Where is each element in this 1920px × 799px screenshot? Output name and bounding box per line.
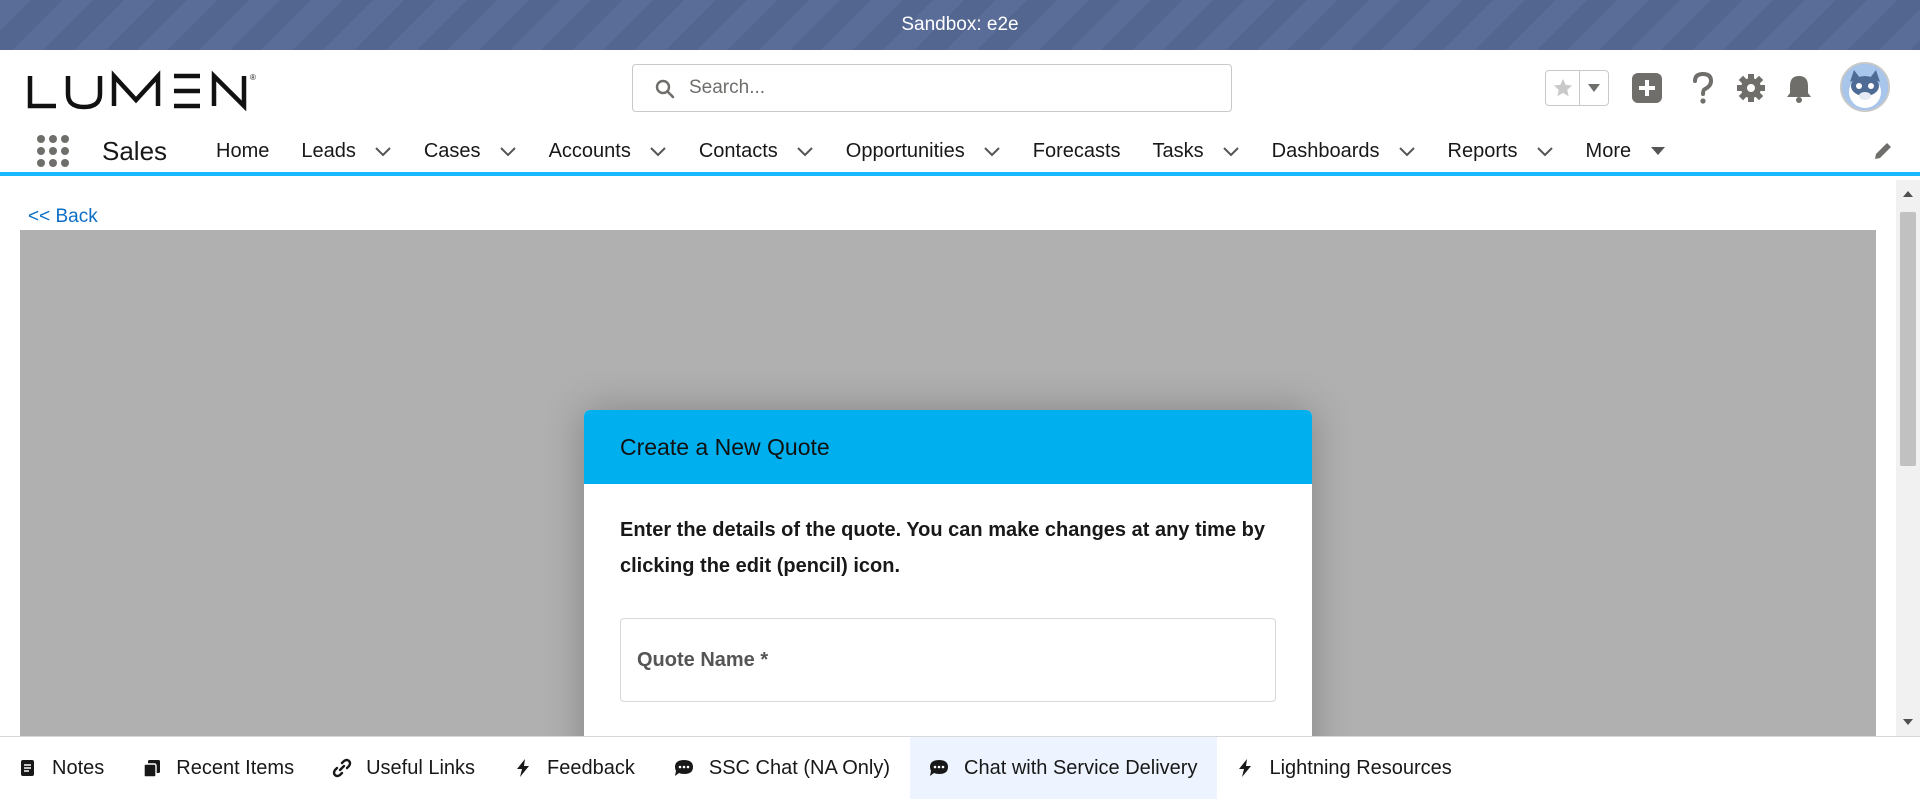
global-actions-plus-icon[interactable] <box>1630 70 1664 106</box>
nav-tab-label: Reports <box>1447 139 1518 162</box>
quote-name-field[interactable]: Quote Name * <box>620 618 1276 702</box>
chat-icon <box>674 760 693 776</box>
chevron-down-icon[interactable] <box>983 142 1001 160</box>
nav-tab-label: More <box>1585 139 1632 162</box>
vertical-scrollbar[interactable] <box>1896 180 1920 736</box>
utility-item-chat-service-delivery[interactable]: Chat with Service Delivery <box>910 737 1218 799</box>
scrollbar-thumb[interactable] <box>1900 212 1916 466</box>
utility-item-label: Notes <box>52 756 105 779</box>
utility-item-label: Feedback <box>547 756 635 779</box>
nav-tab-label: Cases <box>423 139 481 162</box>
help-icon[interactable] <box>1686 70 1720 106</box>
app-navigation: Sales Home Leads Cases Accounts Contacts… <box>0 130 1920 176</box>
chevron-down-icon[interactable] <box>1398 142 1416 160</box>
utility-item-lightning-resources[interactable]: Lightning Resources <box>1217 737 1471 799</box>
back-link[interactable]: << Back <box>28 206 98 228</box>
utility-item-label: Useful Links <box>366 756 476 779</box>
svg-text:®: ® <box>250 73 256 82</box>
utility-bar: Notes Recent Items Useful Links Feedback… <box>0 736 1920 799</box>
nav-tab-label: Home <box>216 139 270 162</box>
sandbox-label: Sandbox: e2e <box>901 14 1019 35</box>
modal-header: Create a New Quote <box>584 410 1312 484</box>
utility-item-recent-items[interactable]: Recent Items <box>124 737 314 799</box>
nav-tab-reports[interactable]: Reports <box>1432 130 1570 172</box>
nav-tabs: Home Leads Cases Accounts Contacts Oppor… <box>200 130 1683 172</box>
utility-item-ssc-chat[interactable]: SSC Chat (NA Only) <box>655 737 910 799</box>
modal-backdrop: Create a New Quote Enter the details of … <box>20 230 1876 736</box>
recent-items-icon <box>143 760 161 778</box>
lightning-icon <box>517 759 530 777</box>
main-content: << Back Create a New Quote Enter the det… <box>0 180 1896 736</box>
nav-tab-contacts[interactable]: Contacts <box>683 130 830 172</box>
chevron-down-icon[interactable] <box>499 142 517 160</box>
nav-tab-label: Opportunities <box>845 139 965 162</box>
nav-tab-label: Forecasts <box>1032 139 1121 162</box>
nav-tab-label: Leads <box>301 139 356 162</box>
chevron-down-icon[interactable] <box>374 142 392 160</box>
edit-nav-pencil-icon[interactable] <box>1872 140 1894 162</box>
lightning-icon <box>1239 759 1252 777</box>
favorites-group <box>1545 70 1609 106</box>
link-icon <box>332 758 352 778</box>
utility-item-label: SSC Chat (NA Only) <box>708 756 891 779</box>
nav-tab-label: Tasks <box>1152 139 1204 162</box>
notes-icon <box>21 760 34 776</box>
chevron-down-icon[interactable] <box>649 142 667 160</box>
utility-item-feedback[interactable]: Feedback <box>495 737 655 799</box>
create-quote-modal: Create a New Quote Enter the details of … <box>584 410 1312 736</box>
modal-description: Enter the details of the quote. You can … <box>620 519 1265 577</box>
scroll-up-arrow-icon[interactable] <box>1902 188 1914 200</box>
utility-item-label: Recent Items <box>176 756 295 779</box>
chevron-down-icon[interactable] <box>796 142 814 160</box>
caret-down-icon[interactable] <box>1649 142 1667 160</box>
global-header: ® Search... Sales Home Leads Cases Accou… <box>0 50 1920 176</box>
nav-tab-label: Accounts <box>548 139 631 162</box>
nav-tab-forecasts[interactable]: Forecasts <box>1017 130 1137 172</box>
notifications-bell-icon[interactable] <box>1782 70 1816 106</box>
utility-item-useful-links[interactable]: Useful Links <box>314 737 495 799</box>
search-input[interactable] <box>689 71 1209 105</box>
favorites-star-icon[interactable] <box>1546 71 1580 105</box>
nav-tab-label: Dashboards <box>1271 139 1380 162</box>
nav-tab-cases[interactable]: Cases <box>408 130 533 172</box>
sandbox-banner: Sandbox: e2e <box>0 0 1920 50</box>
lumen-logo[interactable]: ® <box>26 70 262 112</box>
nav-tab-home[interactable]: Home <box>200 130 285 172</box>
chevron-down-icon[interactable] <box>1536 142 1554 160</box>
utility-item-notes[interactable]: Notes <box>0 737 124 799</box>
nav-tab-tasks[interactable]: Tasks <box>1137 130 1256 172</box>
chevron-down-icon[interactable] <box>1222 142 1240 160</box>
nav-tab-label: Contacts <box>698 139 778 162</box>
search-icon <box>655 79 675 99</box>
utility-item-label: Chat with Service Delivery <box>964 756 1198 779</box>
setup-gear-icon[interactable] <box>1734 70 1768 106</box>
chat-icon <box>930 760 949 776</box>
utility-item-label: Lightning Resources <box>1269 756 1452 779</box>
nav-tab-leads[interactable]: Leads <box>285 130 408 172</box>
quote-name-label: Quote Name * <box>637 649 769 671</box>
nav-tab-more[interactable]: More <box>1570 130 1684 172</box>
modal-title: Create a New Quote <box>620 434 830 460</box>
app-launcher-icon[interactable] <box>36 134 70 168</box>
nav-tab-accounts[interactable]: Accounts <box>533 130 683 172</box>
favorites-dropdown-icon[interactable] <box>1580 71 1608 105</box>
global-search[interactable] <box>632 64 1232 112</box>
app-name: Sales <box>102 136 168 166</box>
nav-tab-opportunities[interactable]: Opportunities <box>830 130 1017 172</box>
nav-tab-dashboards[interactable]: Dashboards <box>1256 130 1432 172</box>
user-avatar[interactable] <box>1840 62 1890 112</box>
scroll-down-arrow-icon[interactable] <box>1902 716 1914 728</box>
